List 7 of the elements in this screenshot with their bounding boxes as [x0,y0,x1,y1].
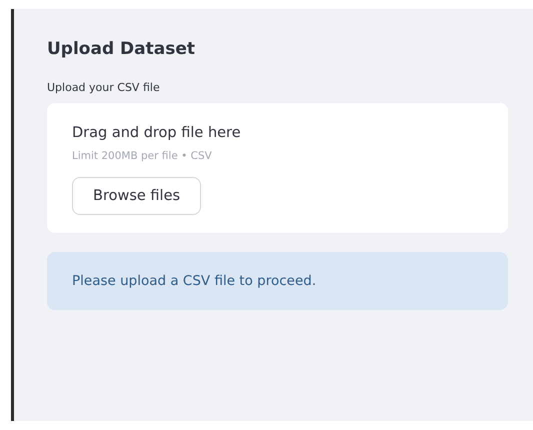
uploader-label: Upload your CSV file [47,81,161,94]
browse-files-button[interactable]: Browse files [72,177,202,215]
file-dropzone[interactable]: Drag and drop file here Limit 200MB per file • CSV Browse files [47,103,508,233]
file-limit-text: Limit 200MB per file • CSV [72,150,212,162]
dropzone-text: Drag and drop file here [72,125,241,141]
info-alert: Please upload a CSV file to proceed. [47,252,508,310]
section-title: Upload Dataset [47,39,196,59]
